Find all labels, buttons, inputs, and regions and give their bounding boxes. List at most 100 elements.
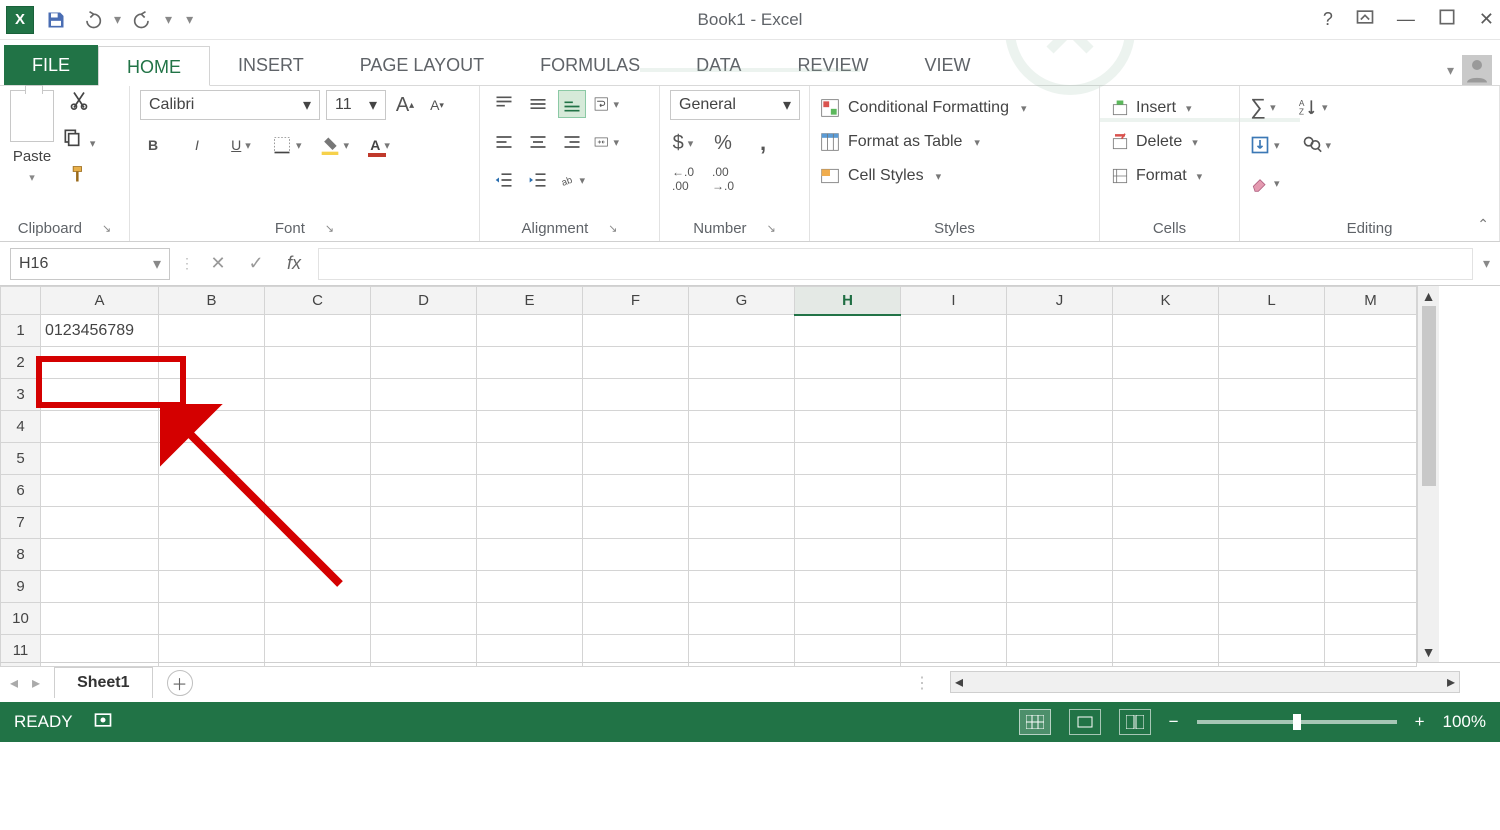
cell-J3[interactable] [1007,379,1113,411]
cell-A6[interactable] [41,475,159,507]
cell-A10[interactable] [41,603,159,635]
cell-G4[interactable] [689,411,795,443]
tab-review[interactable]: REVIEW [769,45,896,85]
cell-L4[interactable] [1219,411,1325,443]
cell-G3[interactable] [689,379,795,411]
tab-data[interactable]: DATA [668,45,769,85]
scroll-thumb[interactable] [1422,306,1436,486]
cell-A4[interactable] [41,411,159,443]
alignment-launcher[interactable]: ↘ [608,222,617,235]
cell-J9[interactable] [1007,571,1113,603]
cell-C2[interactable] [265,347,371,379]
cell-K5[interactable] [1113,443,1219,475]
tab-insert[interactable]: INSERT [210,45,332,85]
cell-A9[interactable] [41,571,159,603]
col-header-I[interactable]: I [901,287,1007,315]
sheet-tab-active[interactable]: Sheet1 [54,667,152,698]
col-header-J[interactable]: J [1007,287,1113,315]
cell-L1[interactable] [1219,315,1325,347]
clear-button[interactable] [1250,170,1280,196]
merge-button[interactable] [592,128,620,156]
tab-page-layout[interactable]: PAGE LAYOUT [332,45,512,85]
fill-color-button[interactable] [320,132,350,158]
user-avatar[interactable] [1462,55,1492,85]
paste-button[interactable]: Paste [13,148,51,165]
row-header-4[interactable]: 4 [1,411,41,443]
select-all-corner[interactable] [1,287,41,315]
paste-dropdown[interactable]: ▾ [29,171,35,184]
cell-B1[interactable] [159,315,265,347]
macro-record-icon[interactable] [93,710,113,735]
col-header-F[interactable]: F [583,287,689,315]
name-box[interactable]: H16 ▾ [10,248,170,280]
cell-I10[interactable] [901,603,1007,635]
align-bottom-button[interactable] [558,90,586,118]
cell-D9[interactable] [371,571,477,603]
cell-C6[interactable] [265,475,371,507]
cell-H4[interactable] [795,411,901,443]
sheet-nav-prev[interactable]: ◂ [10,673,18,693]
cell-J4[interactable] [1007,411,1113,443]
cell-E1[interactable] [477,315,583,347]
cell-D6[interactable] [371,475,477,507]
cell-I9[interactable] [901,571,1007,603]
cell-D3[interactable] [371,379,477,411]
cell-G1[interactable] [689,315,795,347]
cell-B4[interactable] [159,411,265,443]
row-header-5[interactable]: 5 [1,443,41,475]
cell-B9[interactable] [159,571,265,603]
underline-button[interactable]: U [228,132,254,158]
cell-D5[interactable] [371,443,477,475]
cell-G2[interactable] [689,347,795,379]
cell-F6[interactable] [583,475,689,507]
orientation-button[interactable]: ab [558,166,586,194]
cell-E4[interactable] [477,411,583,443]
format-cells-button[interactable]: Format [1110,162,1202,190]
cell-B8[interactable] [159,539,265,571]
cell-A3[interactable] [41,379,159,411]
row-header-1[interactable]: 1 [1,315,41,347]
cell-M10[interactable] [1325,603,1417,635]
autosum-button[interactable]: ∑ [1250,94,1276,120]
cell-L5[interactable] [1219,443,1325,475]
cell-H5[interactable] [795,443,901,475]
cell-H9[interactable] [795,571,901,603]
cell-M4[interactable] [1325,411,1417,443]
increase-font-button[interactable]: A▴ [392,92,418,118]
cell-K8[interactable] [1113,539,1219,571]
cell-C5[interactable] [265,443,371,475]
cell-D1[interactable] [371,315,477,347]
normal-view-button[interactable] [1019,709,1051,735]
cell-C3[interactable] [265,379,371,411]
cell-G8[interactable] [689,539,795,571]
cell-L8[interactable] [1219,539,1325,571]
cell-K1[interactable] [1113,315,1219,347]
cell-D7[interactable] [371,507,477,539]
cell-L9[interactable] [1219,571,1325,603]
cell-E10[interactable] [477,603,583,635]
increase-decimal-button[interactable]: ←.0.00 [670,166,696,192]
col-header-K[interactable]: K [1113,287,1219,315]
cell-H1[interactable] [795,315,901,347]
cell-K6[interactable] [1113,475,1219,507]
grid-table[interactable]: A B C D E F G H I J K L M 10123456789234… [0,286,1417,667]
cell-F3[interactable] [583,379,689,411]
cell-I5[interactable] [901,443,1007,475]
cell-A2[interactable] [41,347,159,379]
cell-E8[interactable] [477,539,583,571]
align-left-button[interactable] [490,128,518,156]
col-header-D[interactable]: D [371,287,477,315]
cell-I8[interactable] [901,539,1007,571]
cell-B7[interactable] [159,507,265,539]
row-header-8[interactable]: 8 [1,539,41,571]
cell-B3[interactable] [159,379,265,411]
delete-cells-button[interactable]: Delete [1110,128,1198,156]
sheet-nav-next[interactable]: ▸ [32,673,40,693]
cell-K3[interactable] [1113,379,1219,411]
cell-L2[interactable] [1219,347,1325,379]
fill-button[interactable] [1250,132,1280,158]
cell-L3[interactable] [1219,379,1325,411]
cell-I1[interactable] [901,315,1007,347]
tab-view[interactable]: VIEW [896,45,998,85]
decrease-font-button[interactable]: A▾ [424,92,450,118]
